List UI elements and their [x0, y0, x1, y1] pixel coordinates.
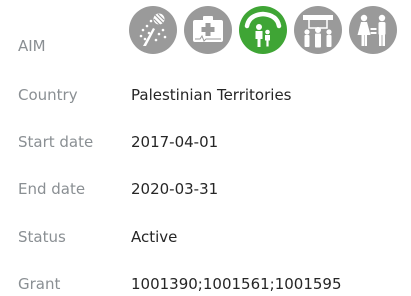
country-value: Palestinian Territories — [131, 86, 292, 104]
gender-icon — [349, 6, 397, 54]
aim-label: AIM — [18, 37, 46, 55]
grant-value: 1001390;1001561;1001595 — [131, 275, 342, 293]
status-label: Status — [18, 228, 66, 246]
health-icon — [184, 6, 232, 54]
start-date-value: 2017-04-01 — [131, 133, 219, 151]
community-icon — [294, 6, 342, 54]
start-date-label: Start date — [18, 133, 94, 151]
end-date-label: End date — [18, 180, 86, 198]
end-date-value: 2020-03-31 — [131, 180, 219, 198]
status-value: Active — [131, 228, 178, 246]
country-label: Country — [18, 86, 78, 104]
protection-icon — [239, 6, 287, 54]
agriculture-icon — [129, 6, 177, 54]
grant-label: Grant — [18, 275, 61, 293]
